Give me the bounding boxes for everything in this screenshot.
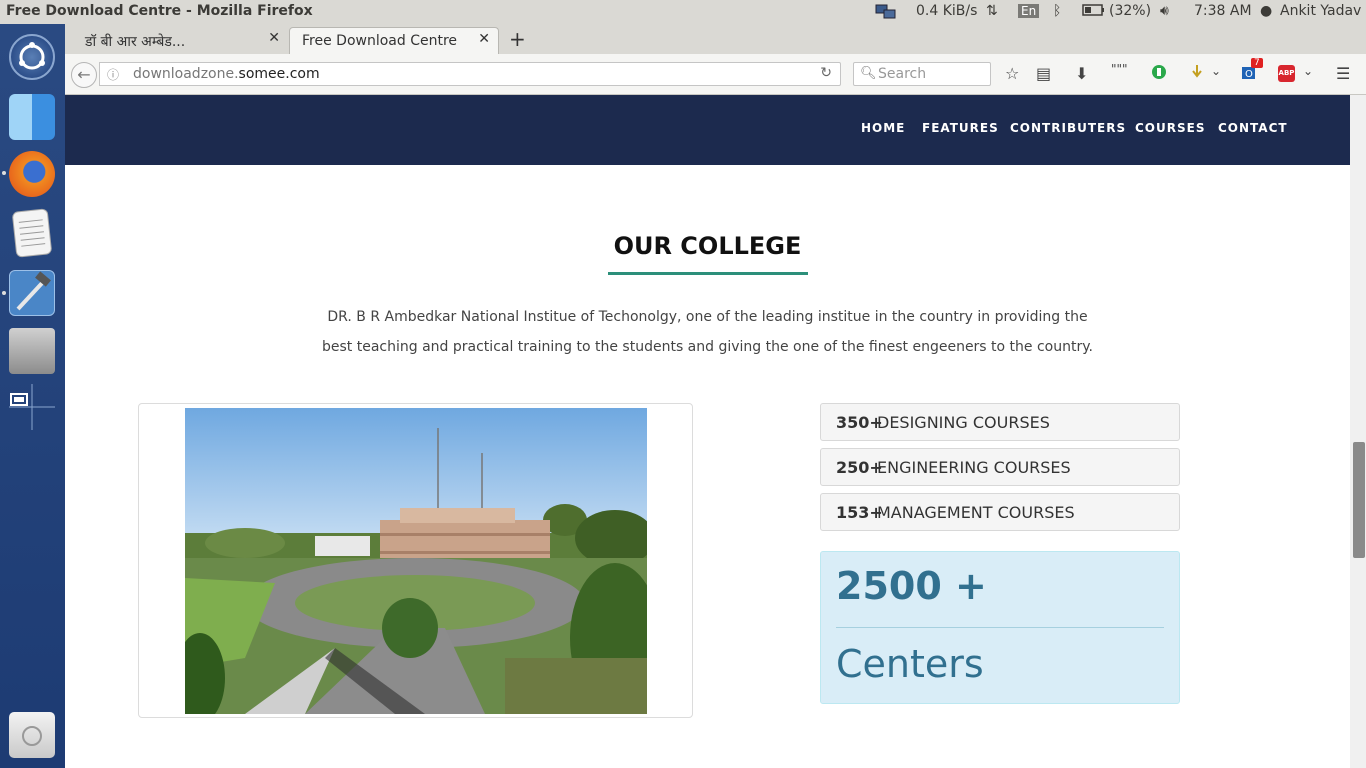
- back-button[interactable]: ←: [71, 62, 97, 88]
- launcher: [0, 24, 65, 768]
- tab-label: Free Download Centre: [302, 33, 458, 49]
- college-campus-photo: [185, 408, 647, 714]
- hamburger-menu-icon[interactable]: ☰: [1336, 64, 1350, 83]
- url-text[interactable]: downloadzone.somee.com: [133, 66, 320, 82]
- page-scrollbar[interactable]: [1350, 95, 1366, 768]
- search-icon: 🔍︎: [860, 66, 877, 81]
- centers-label: Centers: [836, 642, 984, 686]
- apple-icon[interactable]: ●: [1260, 3, 1272, 19]
- trash-icon[interactable]: [9, 712, 55, 758]
- nav-toolbar: ← ⓘ downloadzone.somee.com ↻ 🔍︎ Search ☆…: [65, 54, 1366, 95]
- transfer-arrows-icon[interactable]: ⇅: [986, 3, 998, 19]
- keyboard-layout[interactable]: En: [1018, 4, 1040, 18]
- url-prefix: downloadzone.: [133, 66, 239, 82]
- stat-number: 250+: [836, 458, 883, 477]
- tab-hindi[interactable]: डॉ बी आर अम्बेड... ✕: [73, 27, 288, 54]
- running-indicator: [2, 291, 6, 295]
- stat-engineering-courses: 250+ ENGINEERING COURSES: [820, 448, 1180, 486]
- user-name[interactable]: Ankit Yadav: [1280, 3, 1361, 19]
- stat-management-courses: 153+ MANAGEMENT COURSES: [820, 493, 1180, 531]
- nav-home[interactable]: HOME: [861, 121, 905, 135]
- close-icon[interactable]: ✕: [478, 31, 490, 47]
- bluetooth-icon[interactable]: ᛒ: [1053, 3, 1061, 19]
- net-speed: 0.4 KiB/s: [916, 3, 978, 19]
- finder-icon[interactable]: [9, 94, 55, 140]
- url-domain: somee.com: [238, 66, 320, 82]
- clock[interactable]: 7:38 AM: [1194, 3, 1252, 19]
- stat-number: 350+: [836, 413, 883, 432]
- close-icon[interactable]: ✕: [268, 30, 280, 46]
- tab-label: डॉ बी आर अम्बेड...: [85, 34, 186, 50]
- college-image-frame: [138, 403, 693, 718]
- panel-divider: [836, 627, 1164, 628]
- page-viewport: HOME FEATURES CONTRIBUTERS COURSES CONTA…: [65, 95, 1350, 768]
- extension-download-icon[interactable]: [1189, 64, 1205, 84]
- text-editor-icon[interactable]: [11, 208, 53, 258]
- ubuntu-dash-icon[interactable]: [9, 34, 55, 80]
- extension-green-icon[interactable]: [1151, 64, 1167, 84]
- network-icon[interactable]: [875, 3, 897, 25]
- centers-count: 2500 +: [836, 564, 987, 608]
- firefox-icon[interactable]: [9, 151, 55, 197]
- volume-icon[interactable]: 🔊︎: [1160, 3, 1169, 19]
- intro-line-2: best teaching and practical training to …: [322, 339, 1093, 355]
- search-placeholder: Search: [878, 66, 927, 82]
- xcode-icon[interactable]: [9, 270, 55, 316]
- battery-icon[interactable]: [1082, 3, 1106, 21]
- reading-list-icon[interactable]: ▤: [1036, 64, 1051, 83]
- bookmark-star-icon[interactable]: ☆: [1005, 64, 1019, 83]
- nav-contributers[interactable]: CONTRIBUTERS: [1010, 121, 1126, 135]
- reload-icon[interactable]: ↻: [820, 65, 832, 81]
- adblock-icon[interactable]: ABP: [1278, 65, 1295, 82]
- scrollbar-thumb[interactable]: [1353, 442, 1365, 558]
- url-bar[interactable]: ⓘ downloadzone.somee.com ↻: [99, 62, 841, 86]
- disk-icon[interactable]: [9, 328, 55, 374]
- stat-label: ENGINEERING COURSES: [877, 458, 1071, 477]
- nav-contact[interactable]: CONTACT: [1218, 121, 1288, 135]
- stat-designing-courses: 350+ DESIGNING COURSES: [820, 403, 1180, 441]
- workspace-switcher-icon[interactable]: [9, 384, 55, 430]
- chevron-down-icon[interactable]: ⌄: [1303, 64, 1313, 78]
- centers-panel: 2500 + Centers: [820, 551, 1180, 704]
- running-indicator: [2, 171, 6, 175]
- quote-icon[interactable]: """: [1111, 62, 1128, 76]
- search-input[interactable]: 🔍︎ Search: [853, 62, 991, 86]
- info-icon[interactable]: ⓘ: [107, 66, 119, 83]
- system-top-panel: Free Download Centre - Mozilla Firefox 0…: [0, 0, 1366, 24]
- nav-features[interactable]: FEATURES: [922, 121, 999, 135]
- battery-percent: (32%): [1109, 3, 1152, 19]
- tab-strip: डॉ बी आर अम्बेड... ✕ Free Download Centr…: [65, 24, 1366, 54]
- stat-number: 153+: [836, 503, 883, 522]
- tab-free-download-centre[interactable]: Free Download Centre ✕: [289, 27, 499, 54]
- site-navbar: HOME FEATURES CONTRIBUTERS COURSES CONTA…: [65, 95, 1350, 165]
- stat-label: MANAGEMENT COURSES: [877, 503, 1075, 522]
- title-underline: [608, 272, 808, 275]
- notification-badge: 7: [1251, 58, 1263, 68]
- nav-courses[interactable]: COURSES: [1135, 121, 1205, 135]
- svg-text:O: O: [1245, 69, 1253, 80]
- stat-label: DESIGNING COURSES: [877, 413, 1050, 432]
- download-icon[interactable]: ⬇: [1075, 64, 1088, 83]
- section-title: OUR COLLEGE: [613, 232, 802, 260]
- new-tab-icon[interactable]: +: [509, 27, 526, 51]
- chevron-down-icon[interactable]: ⌄: [1211, 64, 1221, 78]
- window-title: Free Download Centre - Mozilla Firefox: [6, 3, 313, 19]
- intro-line-1: DR. B R Ambedkar National Institue of Te…: [327, 309, 1088, 325]
